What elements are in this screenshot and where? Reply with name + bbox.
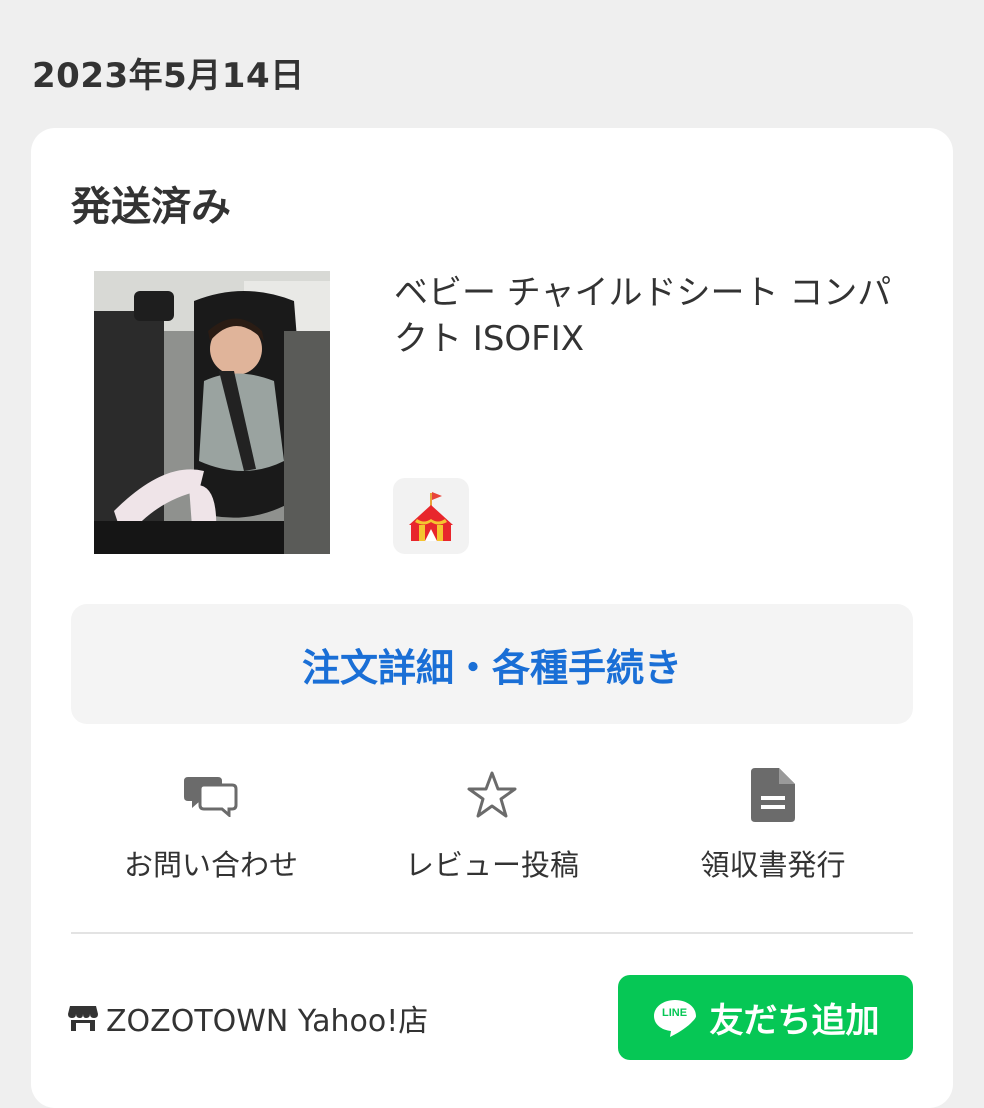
order-details-button[interactable]: 注文詳細・各種手続き bbox=[71, 604, 913, 724]
shop-link[interactable]: ZOZOTOWN Yahoo!店 bbox=[68, 996, 428, 1040]
review-action[interactable]: レビュー投稿 bbox=[352, 764, 632, 884]
star-icon bbox=[466, 768, 518, 822]
line-button-label: 友だち追加 bbox=[709, 1001, 880, 1041]
review-label: レビュー投稿 bbox=[404, 848, 579, 882]
shop-name: ZOZOTOWN Yahoo!店 bbox=[106, 1004, 429, 1039]
order-card: 発送済み ベビー チャイルドシート コンパクト ISOFIX 注文詳細・各種手続… bbox=[31, 128, 953, 1108]
receipt-label: 領収書発行 bbox=[700, 848, 846, 882]
line-logo-text: LINE bbox=[661, 1006, 688, 1019]
receipt-action[interactable]: 領収書発行 bbox=[633, 764, 913, 884]
contact-action[interactable]: お問い合わせ bbox=[71, 764, 351, 884]
product-image[interactable] bbox=[94, 271, 330, 554]
line-logo-icon: LINE bbox=[652, 998, 698, 1038]
store-icon bbox=[68, 1004, 98, 1032]
contact-label: お問い合わせ bbox=[123, 848, 298, 882]
order-actions: お問い合わせ レビュー投稿 領収書発行 bbox=[71, 764, 913, 884]
car-seat-photo-icon bbox=[94, 271, 330, 554]
order-date: 2023年5月14日 bbox=[32, 56, 305, 96]
chat-bubbles-icon bbox=[184, 768, 238, 822]
shop-badge[interactable] bbox=[393, 478, 469, 554]
order-status: 発送済み bbox=[71, 184, 231, 230]
divider bbox=[71, 932, 913, 934]
tent-icon bbox=[409, 492, 453, 541]
document-icon bbox=[751, 768, 795, 822]
line-add-friend-button[interactable]: LINE 友だち追加 bbox=[618, 975, 913, 1060]
product-title[interactable]: ベビー チャイルドシート コンパクト ISOFIX bbox=[394, 270, 914, 362]
